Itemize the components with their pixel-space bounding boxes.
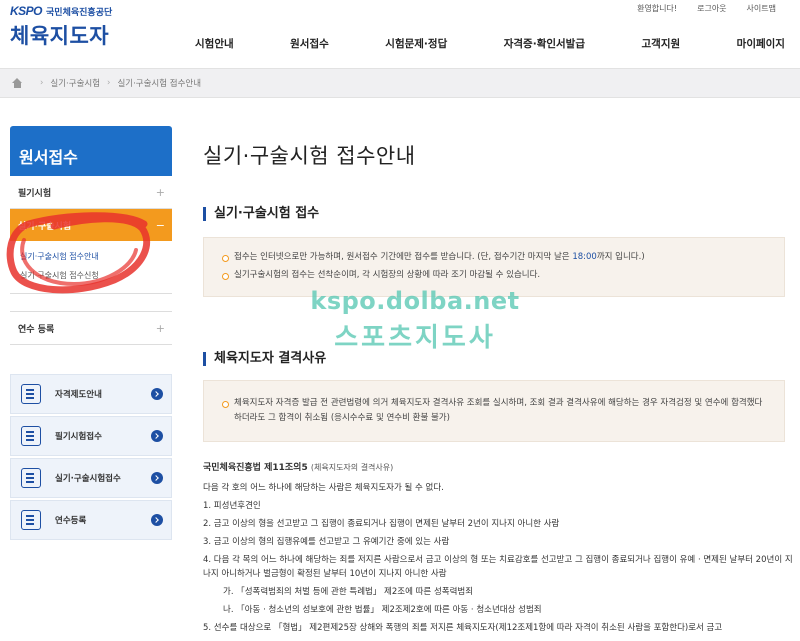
org-name: 국민체육진흥공단 (46, 7, 113, 18)
law-intro: 다음 각 호의 어느 하나에 해당하는 사람은 체육지도자가 될 수 없다. (203, 483, 444, 493)
sidebar-item-label: 필기시험 (18, 188, 52, 199)
monitor-icon (21, 510, 41, 530)
sitemap-link[interactable]: 사이트맵 (737, 3, 786, 14)
sidebar-submenu: 실기·구술시험 접수안내 실기·구술시험 접수신청 (10, 241, 172, 294)
sidebar-item-label: 연수 등록 (18, 324, 55, 335)
welcome-text: 환영합니다! (637, 4, 678, 13)
law-title: 국민체육진흥법 제11조의5 (체육지도자의 결격사유) (203, 463, 394, 473)
quick-link-label: 필기시험접수 (55, 432, 102, 442)
nav-exam-info[interactable]: 시험안내 (185, 36, 244, 51)
section-title-application: 실기·구술시험 접수 (203, 207, 319, 221)
watermark-text: 스포츠지도사 (334, 323, 496, 353)
quick-link-label: 연수등록 (55, 516, 87, 526)
quick-link-practical-exam[interactable]: 실기·구술시험접수 (10, 458, 172, 498)
kspo-logo-text: KSPO (10, 4, 43, 18)
quick-link-qualification[interactable]: 자격제도안내 (10, 374, 172, 414)
quick-link-label: 실기·구술시험접수 (55, 474, 121, 484)
site-header: KSPO 국민체육진흥공단 체육지도자 환영합니다! 로그아웃 사이트맵 시험안… (0, 0, 800, 68)
law-sub-item: 가. 「성폭력범죄의 처벌 등에 관한 특례법」 제2조에 따른 성폭력범죄 (223, 587, 474, 597)
application-notice-box: 접수는 인터넷으로만 가능하며, 원서접수 기간에만 접수를 받습니다. (단,… (203, 237, 785, 297)
law-item: 2. 금고 이상의 형을 선고받고 그 집행이 종료되거나 집행이 면제된 날부… (203, 519, 560, 529)
law-item: 4. 다음 각 목의 어느 하나에 해당하는 죄를 저지른 사람으로서 금고 이… (203, 555, 793, 579)
breadcrumb: › 실기·구술시험 › 실기·구술시험 접수안내 (0, 68, 800, 98)
sidebar: 원서접수 필기시험 + 실기·구술시험 − 실기·구술시험 접수안내 실기·구술… (10, 126, 172, 345)
breadcrumb-separator: › (107, 78, 111, 88)
submenu-application-guide[interactable]: 실기·구술시험 접수안내 (10, 247, 172, 266)
quick-link-label: 자격제도안내 (55, 390, 102, 400)
logout-link[interactable]: 로그아웃 (687, 3, 736, 14)
nav-application[interactable]: 원서접수 (280, 36, 339, 51)
notice-line: 실기구술시험의 접수는 선착순이며, 각 시험장의 상황에 따라 조기 마감될 … (222, 268, 768, 283)
site-title[interactable]: 체육지도자 (10, 20, 109, 50)
minus-icon: − (155, 218, 165, 232)
disqualification-notice-box: 체육지도자 자격증 발급 전 관련법령에 의거 체육지도자 결격사유 조회를 실… (203, 380, 785, 442)
submenu-application-request[interactable]: 실기·구술시험 접수신청 (10, 266, 172, 285)
breadcrumb-item[interactable]: 실기·구술시험 (50, 77, 100, 89)
plus-icon: + (155, 185, 165, 199)
breadcrumb-separator: › (40, 78, 44, 88)
nav-certificate[interactable]: 자격증·확인서발급 (494, 36, 595, 51)
sidebar-item-written-exam[interactable]: 필기시험 + (10, 176, 172, 209)
main-nav: 시험안내 원서접수 시험문제·정답 자격증·확인서발급 고객지원 마이페이지 (185, 36, 795, 51)
law-item: 3. 금고 이상의 형의 집행유예를 선고받고 그 유예기간 중에 있는 사람 (203, 537, 450, 547)
sidebar-item-practical-exam[interactable]: 실기·구술시험 − (10, 209, 172, 241)
law-item: 1. 피성년후견인 (203, 501, 261, 511)
sidebar-item-label: 실기·구술시험 (18, 221, 72, 232)
chevron-right-icon (151, 514, 163, 526)
nav-exam-questions[interactable]: 시험문제·정답 (375, 36, 457, 51)
quick-link-written-exam[interactable]: 필기시험접수 (10, 416, 172, 456)
quick-menu: 자격제도안내 필기시험접수 실기·구술시험접수 연수등록 (10, 374, 172, 542)
law-item: 5. 선수를 대상으로 「형법」 제2편제25장 상해와 폭행의 죄를 저지른 … (203, 623, 723, 633)
sidebar-item-enroll[interactable]: 연수 등록 + (10, 312, 172, 345)
sidebar-spacer (10, 294, 172, 312)
chevron-right-icon (151, 388, 163, 400)
plus-icon: + (155, 321, 165, 335)
chevron-right-icon (151, 472, 163, 484)
nav-support[interactable]: 고객지원 (632, 36, 691, 51)
kspo-logo[interactable]: KSPO 국민체육진흥공단 (10, 4, 112, 18)
sidebar-title: 원서접수 (10, 126, 172, 176)
nav-mypage[interactable]: 마이페이지 (727, 36, 795, 51)
notice-line: 접수는 인터넷으로만 가능하며, 원서접수 기간에만 접수를 받습니다. (단,… (222, 250, 768, 265)
home-icon[interactable] (12, 78, 23, 88)
notice-line: 체육지도자 자격증 발급 전 관련법령에 의거 체육지도자 결격사유 조회를 실… (222, 396, 768, 426)
quick-link-enroll[interactable]: 연수등록 (10, 500, 172, 540)
utility-nav: 환영합니다! 로그아웃 사이트맵 (627, 3, 786, 14)
document-icon (21, 426, 41, 446)
chat-icon (21, 468, 41, 488)
chevron-right-icon (151, 430, 163, 442)
main-content: 실기·구술시험 접수안내 실기·구술시험 접수 접수는 인터넷으로만 가능하며,… (203, 140, 793, 633)
qualification-icon (21, 384, 41, 404)
watermark: kspo.dolba.net 스포츠지도사 (285, 287, 545, 354)
law-sub-item: 나. 「아동 · 청소년의 성보호에 관한 법률」 제2조제2호에 따른 아동 … (223, 605, 542, 615)
law-text: 국민체육진흥법 제11조의5 (체육지도자의 결격사유) 다음 각 호의 어느 … (203, 460, 793, 639)
page-title: 실기·구술시험 접수안내 (203, 144, 416, 168)
section-title-disqualification: 체육지도자 결격사유 (203, 352, 326, 366)
breadcrumb-item-current[interactable]: 실기·구술시험 접수안내 (117, 77, 201, 89)
